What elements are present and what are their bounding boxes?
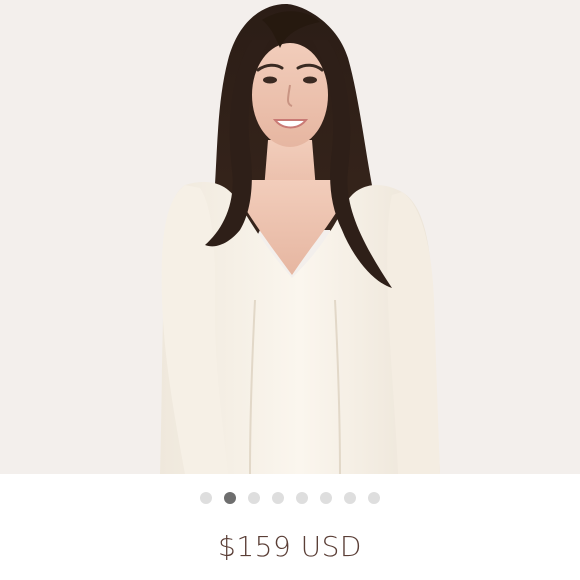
carousel-dot-3[interactable] — [248, 492, 260, 504]
carousel-dot-2-active[interactable] — [224, 492, 236, 504]
carousel-dot-6[interactable] — [320, 492, 332, 504]
carousel-dot-1[interactable] — [200, 492, 212, 504]
image-carousel-dots — [0, 490, 580, 506]
carousel-dot-4[interactable] — [272, 492, 284, 504]
product-price: $159 USD — [218, 530, 362, 563]
product-detail-page: $159 USD — [0, 0, 580, 580]
model-photo-illustration — [0, 0, 580, 474]
product-image[interactable] — [0, 0, 580, 474]
carousel-dot-8[interactable] — [368, 492, 380, 504]
carousel-dot-7[interactable] — [344, 492, 356, 504]
carousel-dot-5[interactable] — [296, 492, 308, 504]
